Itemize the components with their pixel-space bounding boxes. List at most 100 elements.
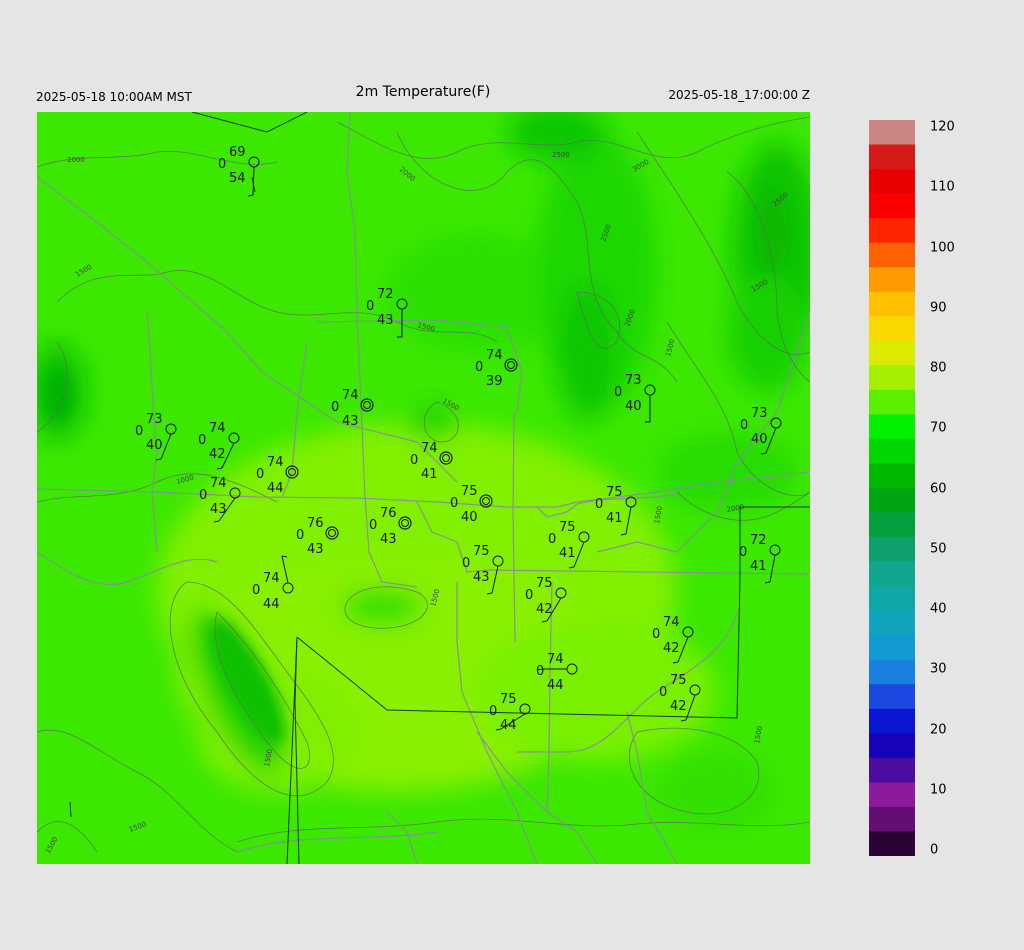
colorbar-tick-label: 10	[930, 782, 947, 798]
station-cloud-cover: 0	[366, 299, 374, 314]
station-cloud-cover: 0	[331, 400, 339, 415]
station-cloud-cover: 0	[256, 467, 264, 482]
station-dewpoint: 42	[670, 699, 687, 714]
colorbar-tick-label: 110	[930, 179, 955, 195]
station-temperature: 75	[670, 673, 687, 688]
station-dewpoint: 43	[473, 570, 490, 585]
station-cloud-cover: 0	[296, 528, 304, 543]
colorbar-band	[869, 414, 915, 440]
station-temperature: 75	[559, 520, 576, 535]
colorbar-band	[869, 488, 915, 514]
station-temperature: 75	[606, 485, 623, 500]
station-temperature: 74	[663, 615, 680, 630]
station-dewpoint: 40	[751, 432, 768, 447]
station-dewpoint: 44	[267, 481, 284, 496]
station-dewpoint: 39	[486, 374, 503, 389]
station-dewpoint: 41	[559, 546, 576, 561]
station-dewpoint: 43	[307, 542, 324, 557]
colorbar-band	[869, 635, 915, 661]
station-temperature: 76	[380, 506, 397, 521]
station-cloud-cover: 0	[740, 418, 748, 433]
station-dewpoint: 43	[380, 532, 397, 547]
colorbar-band	[869, 267, 915, 293]
colorbar-band	[869, 610, 915, 636]
station-cloud-cover: 0	[595, 497, 603, 512]
colorbar-tick-label: 60	[930, 481, 947, 496]
station-dewpoint: 42	[536, 602, 553, 617]
station-cloud-cover: 0	[369, 518, 377, 533]
station-temperature: 74	[342, 388, 359, 403]
colorbar-band	[869, 365, 915, 391]
station-temperature: 72	[750, 533, 767, 548]
station-cloud-cover: 0	[218, 157, 226, 172]
station-temperature: 74	[421, 441, 438, 456]
station-cloud-cover: 0	[199, 488, 207, 503]
colorbar-band	[869, 806, 915, 833]
station-temperature: 74	[547, 652, 564, 667]
station-dewpoint: 40	[461, 510, 478, 525]
station-dewpoint: 41	[606, 511, 623, 526]
station-cloud-cover: 0	[614, 385, 622, 400]
station-temperature: 74	[263, 571, 280, 586]
station-dewpoint: 41	[750, 559, 767, 574]
colorbar-band	[869, 757, 915, 783]
station-dewpoint: 54	[229, 171, 246, 186]
station-dewpoint: 43	[210, 502, 227, 517]
colorbar-band	[869, 708, 915, 734]
station-temperature: 75	[461, 484, 478, 499]
colorbar-band	[869, 659, 915, 685]
station-cloud-cover: 0	[652, 627, 660, 642]
station-cloud-cover: 0	[450, 496, 458, 511]
colorbar-band	[869, 537, 915, 563]
colorbar-band	[869, 438, 915, 465]
colorbar-tick-label: 70	[930, 420, 947, 436]
colorbar-tick-label: 50	[930, 541, 947, 557]
svg-text:2000: 2000	[67, 156, 85, 164]
station-cloud-cover: 0	[548, 532, 556, 547]
station-cloud-cover: 0	[659, 685, 667, 700]
colorbar-tick-label: 120	[930, 119, 955, 135]
colorbar-band	[869, 144, 915, 170]
station-temperature: 75	[536, 576, 553, 591]
colorbar-band	[869, 512, 915, 538]
colorbar-tick-label: 90	[930, 300, 947, 316]
station-cloud-cover: 0	[536, 664, 544, 679]
station-temperature: 76	[307, 516, 324, 531]
station-cloud-cover: 0	[462, 556, 470, 571]
station-temperature: 72	[377, 287, 394, 302]
colorbar-band	[869, 218, 915, 244]
temperature-map: 2000 2000 2500 3000 2500 2500 2000 1500 …	[37, 112, 810, 864]
colorbar-band	[869, 831, 915, 857]
station-temperature: 75	[500, 692, 517, 707]
colorbar-band	[869, 242, 915, 268]
station-cloud-cover: 0	[410, 453, 418, 468]
station-dewpoint: 44	[500, 718, 517, 733]
colorbar-band	[869, 463, 915, 489]
colorbar-band	[869, 389, 915, 415]
colorbar-band	[869, 120, 915, 146]
svg-text:2500: 2500	[552, 151, 570, 159]
station-temperature: 73	[625, 373, 642, 388]
colorbar-tick-label: 30	[930, 661, 947, 677]
colorbar-tick-label: 100	[930, 240, 955, 255]
colorbar-band	[869, 684, 915, 710]
station-temperature: 74	[486, 348, 503, 363]
colorbar-band	[869, 782, 915, 808]
station-temperature: 74	[267, 455, 284, 470]
station-temperature: 73	[751, 406, 768, 421]
colorbar-band	[869, 316, 915, 342]
station-temperature: 74	[209, 421, 226, 436]
station-dewpoint: 44	[263, 597, 280, 612]
station-dewpoint: 41	[421, 467, 438, 482]
station-cloud-cover: 0	[198, 433, 206, 448]
station-temperature: 74	[210, 476, 227, 491]
colorbar-band	[869, 586, 915, 612]
station-dewpoint: 42	[209, 447, 226, 462]
station-dewpoint: 40	[146, 438, 163, 453]
colorbar-tick-label: 40	[930, 601, 947, 617]
colorbar-band	[869, 169, 915, 195]
station-cloud-cover: 0	[739, 545, 747, 560]
colorbar-band	[869, 561, 915, 587]
colorbar-band	[869, 291, 915, 317]
colorbar-tick-label: 0	[930, 842, 939, 858]
